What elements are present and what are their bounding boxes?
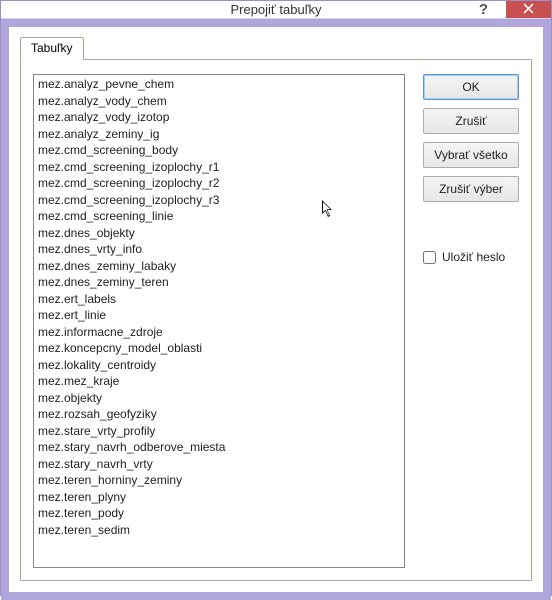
tabstrip: Tabuľky [20, 36, 532, 59]
tab-label: Tabuľky [31, 41, 73, 55]
tabpage: mez.analyz_pevne_chemmez.analyz_vody_che… [20, 59, 532, 581]
list-item[interactable]: mez.teren_sedim [36, 522, 402, 539]
list-item[interactable]: mez.analyz_zeminy_ig [36, 126, 402, 143]
list-item[interactable]: mez.cmd_screening_body [36, 142, 402, 159]
list-item[interactable]: mez.teren_pody [36, 505, 402, 522]
list-item[interactable]: mez.cmd_screening_izoplochy_r2 [36, 175, 402, 192]
help-icon: ? [479, 1, 488, 18]
list-container: mez.analyz_pevne_chemmez.analyz_vody_che… [33, 74, 405, 568]
titlebar: Prepojiť tabuľky ? [1, 1, 551, 19]
save-password-label: Uložiť heslo [442, 250, 505, 264]
list-item[interactable]: mez.analyz_vody_chem [36, 93, 402, 110]
tab-tables[interactable]: Tabuľky [20, 37, 84, 60]
list-item[interactable]: mez.stary_navrh_odberove_miesta [36, 439, 402, 456]
list-item[interactable]: mez.analyz_pevne_chem [36, 76, 402, 93]
cancel-button[interactable]: Zrušiť [423, 108, 519, 134]
save-password-checkbox[interactable] [423, 251, 436, 264]
ok-button[interactable]: OK [423, 74, 519, 100]
list-item[interactable]: mez.mez_kraje [36, 373, 402, 390]
deselect-button[interactable]: Zrušiť výber [423, 176, 519, 202]
close-button[interactable] [506, 1, 551, 18]
list-item[interactable]: mez.stary_navrh_vrty [36, 456, 402, 473]
save-password-row[interactable]: Uložiť heslo [423, 250, 519, 264]
dialog-window: Prepojiť tabuľky ? Tabuľky mez.analyz_pe… [0, 0, 552, 596]
list-item[interactable]: mez.cmd_screening_izoplochy_r1 [36, 159, 402, 176]
list-item[interactable]: mez.ert_linie [36, 307, 402, 324]
tables-listbox[interactable]: mez.analyz_pevne_chemmez.analyz_vody_che… [33, 74, 405, 568]
close-icon [523, 2, 534, 17]
list-item[interactable]: mez.dnes_zeminy_teren [36, 274, 402, 291]
list-item[interactable]: mez.informacne_zdroje [36, 324, 402, 341]
list-item[interactable]: mez.analyz_vody_izotop [36, 109, 402, 126]
list-item[interactable]: mez.koncepcny_model_oblasti [36, 340, 402, 357]
list-item[interactable]: mez.lokality_centroidy [36, 357, 402, 374]
list-item[interactable]: mez.teren_horniny_zeminy [36, 472, 402, 489]
button-sidebar: OK Zrušiť Vybrať všetko Zrušiť výber Ulo… [423, 74, 519, 568]
titlebar-buttons: ? [461, 1, 551, 18]
select-all-button[interactable]: Vybrať všetko [423, 142, 519, 168]
list-item[interactable]: mez.cmd_screening_izoplochy_r3 [36, 192, 402, 209]
panel: Tabuľky mez.analyz_pevne_chemmez.analyz_… [9, 27, 543, 592]
list-item[interactable]: mez.ert_labels [36, 291, 402, 308]
list-item[interactable]: mez.stare_vrty_profily [36, 423, 402, 440]
list-item[interactable]: mez.dnes_objekty [36, 225, 402, 242]
help-button[interactable]: ? [461, 1, 506, 18]
list-item[interactable]: mez.teren_plyny [36, 489, 402, 506]
list-item[interactable]: mez.cmd_screening_linie [36, 208, 402, 225]
list-item[interactable]: mez.dnes_vrty_info [36, 241, 402, 258]
list-item[interactable]: mez.objekty [36, 390, 402, 407]
client-area: Tabuľky mez.analyz_pevne_chemmez.analyz_… [1, 19, 551, 600]
list-item[interactable]: mez.dnes_zeminy_labaky [36, 258, 402, 275]
list-item[interactable]: mez.rozsah_geofyziky [36, 406, 402, 423]
